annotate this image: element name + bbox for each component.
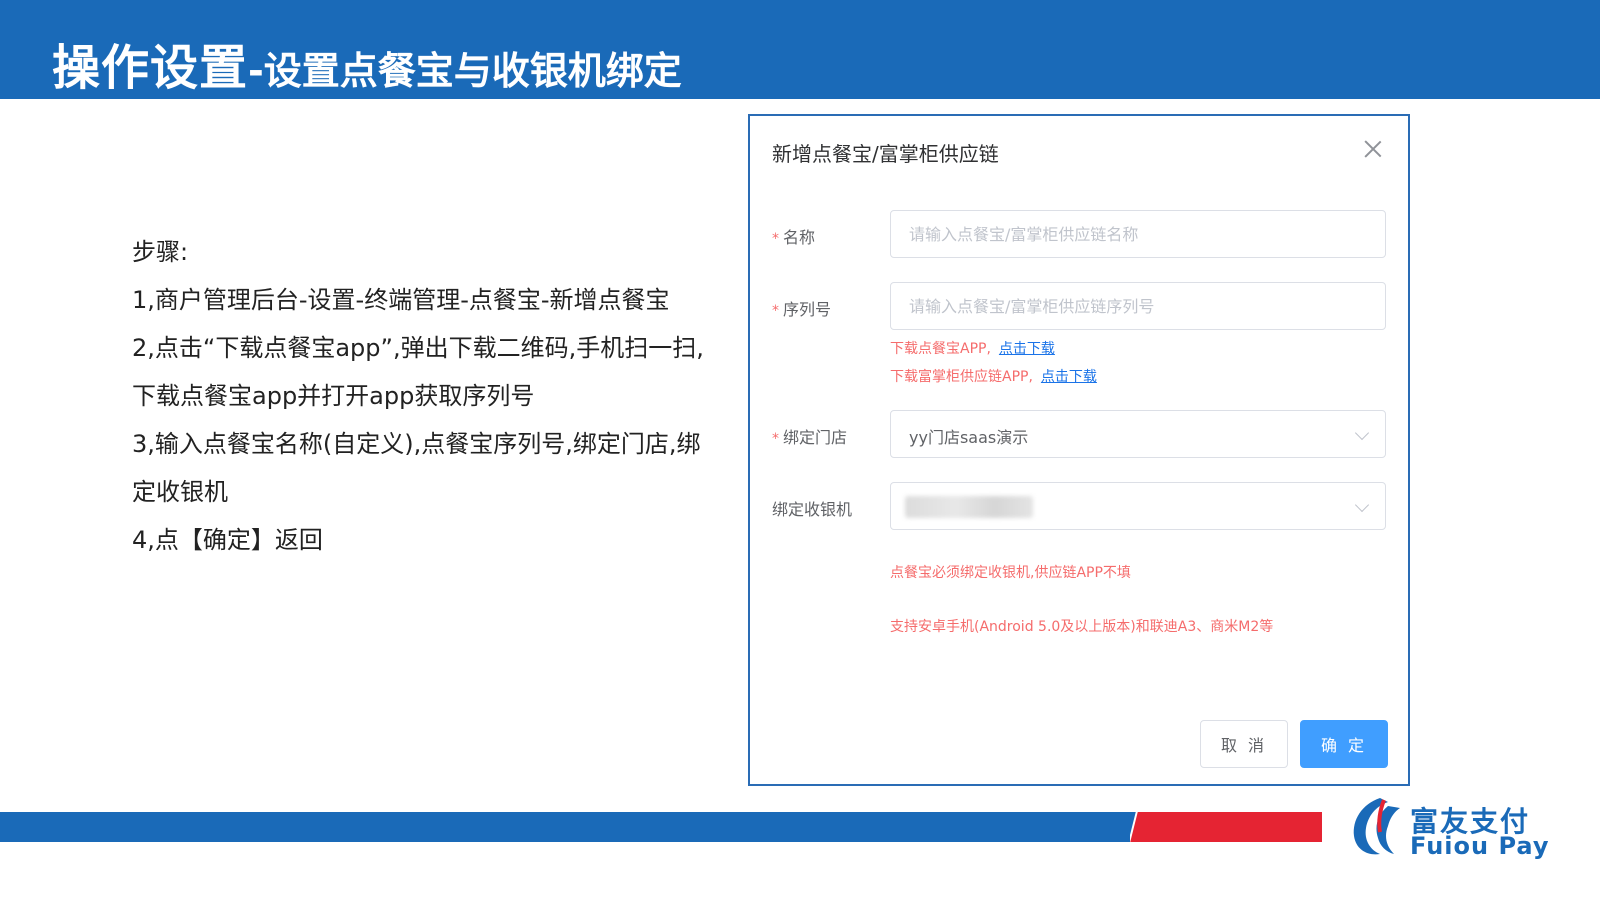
fuiou-logo-icon: [1353, 798, 1400, 855]
footer-stripe-red: [1140, 812, 1322, 842]
add-device-dialog: 新增点餐宝/富掌柜供应链 *名称 *序列号 下载点餐宝APP,点击下载 下载富掌…: [748, 114, 1410, 786]
confirm-button[interactable]: 确 定: [1300, 720, 1388, 768]
device-support-note: 支持安卓手机(Android 5.0及以上版本)和联迪A3、商米M2等: [890, 619, 1274, 635]
download-hint-text: 下载富掌柜供应链APP,: [890, 369, 1033, 385]
steps-panel: 步骤: 1,商户管理后台-设置-终端管理-点餐宝-新增点餐宝 2,点击“下载点餐…: [132, 228, 712, 564]
store-select[interactable]: yy门店saas演示: [890, 410, 1386, 458]
cancel-button[interactable]: 取 消: [1200, 720, 1288, 768]
required-mark: *: [772, 303, 779, 319]
page-title: 操作设置-设置点餐宝与收银机绑定: [52, 28, 682, 98]
step-item-4: 4,点【确定】返回: [132, 526, 323, 554]
steps-heading: 步骤:: [132, 238, 189, 266]
download-hint-supply-chain: 下载富掌柜供应链APP, 点击下载: [890, 366, 1097, 386]
serial-field: [890, 282, 1386, 330]
cashier-note: 点餐宝必须绑定收银机,供应链APP不填: [890, 565, 1131, 581]
blurred-cashier-value: [905, 496, 1033, 518]
step-item-2: 2,点击“下载点餐宝app”,弹出下载二维码,手机扫一扫,下载点餐宝app并打开…: [132, 334, 704, 410]
logo-text-en: Fuiou Pay: [1410, 832, 1550, 860]
header-banner: 操作设置-设置点餐宝与收银机绑定: [0, 0, 1600, 99]
store-label: * 绑定门店: [772, 424, 847, 448]
close-icon[interactable]: [1364, 140, 1382, 158]
step-item-3: 3,输入点餐宝名称(自定义),点餐宝序列号,绑定门店,绑定收银机: [132, 430, 701, 506]
required-mark: *: [772, 431, 779, 447]
page-title-sub: -设置点餐宝与收银机绑定: [248, 49, 682, 93]
required-mark: *: [772, 231, 779, 247]
cashier-select[interactable]: [890, 482, 1386, 530]
page-title-main: 操作设置: [52, 40, 249, 96]
download-hint-text: 下载点餐宝APP,: [890, 341, 991, 357]
name-input[interactable]: [891, 211, 1385, 257]
dialog-title: 新增点餐宝/富掌柜供应链: [772, 142, 999, 166]
chevron-down-icon: [1354, 497, 1370, 513]
serial-input[interactable]: [891, 283, 1385, 329]
download-supply-chain-link[interactable]: 点击下载: [1041, 369, 1097, 385]
name-field: [890, 210, 1386, 258]
footer-stripe-blue: [0, 812, 1130, 842]
store-label-text: 绑定门店: [783, 428, 848, 447]
download-hint-diancanbao: 下载点餐宝APP, 点击下载: [890, 338, 1055, 358]
download-diancanbao-link[interactable]: 点击下载: [999, 341, 1055, 357]
serial-label: * 序列号: [772, 296, 831, 320]
cashier-label: 绑定收银机: [772, 500, 853, 519]
name-label: * 名称: [772, 224, 815, 248]
step-item-1: 1,商户管理后台-设置-终端管理-点餐宝-新增点餐宝: [132, 286, 670, 314]
store-select-value: yy门店saas演示: [909, 428, 1029, 447]
name-label-text: 名称: [783, 228, 816, 247]
chevron-down-icon: [1354, 425, 1370, 441]
serial-label-text: 序列号: [783, 300, 832, 319]
